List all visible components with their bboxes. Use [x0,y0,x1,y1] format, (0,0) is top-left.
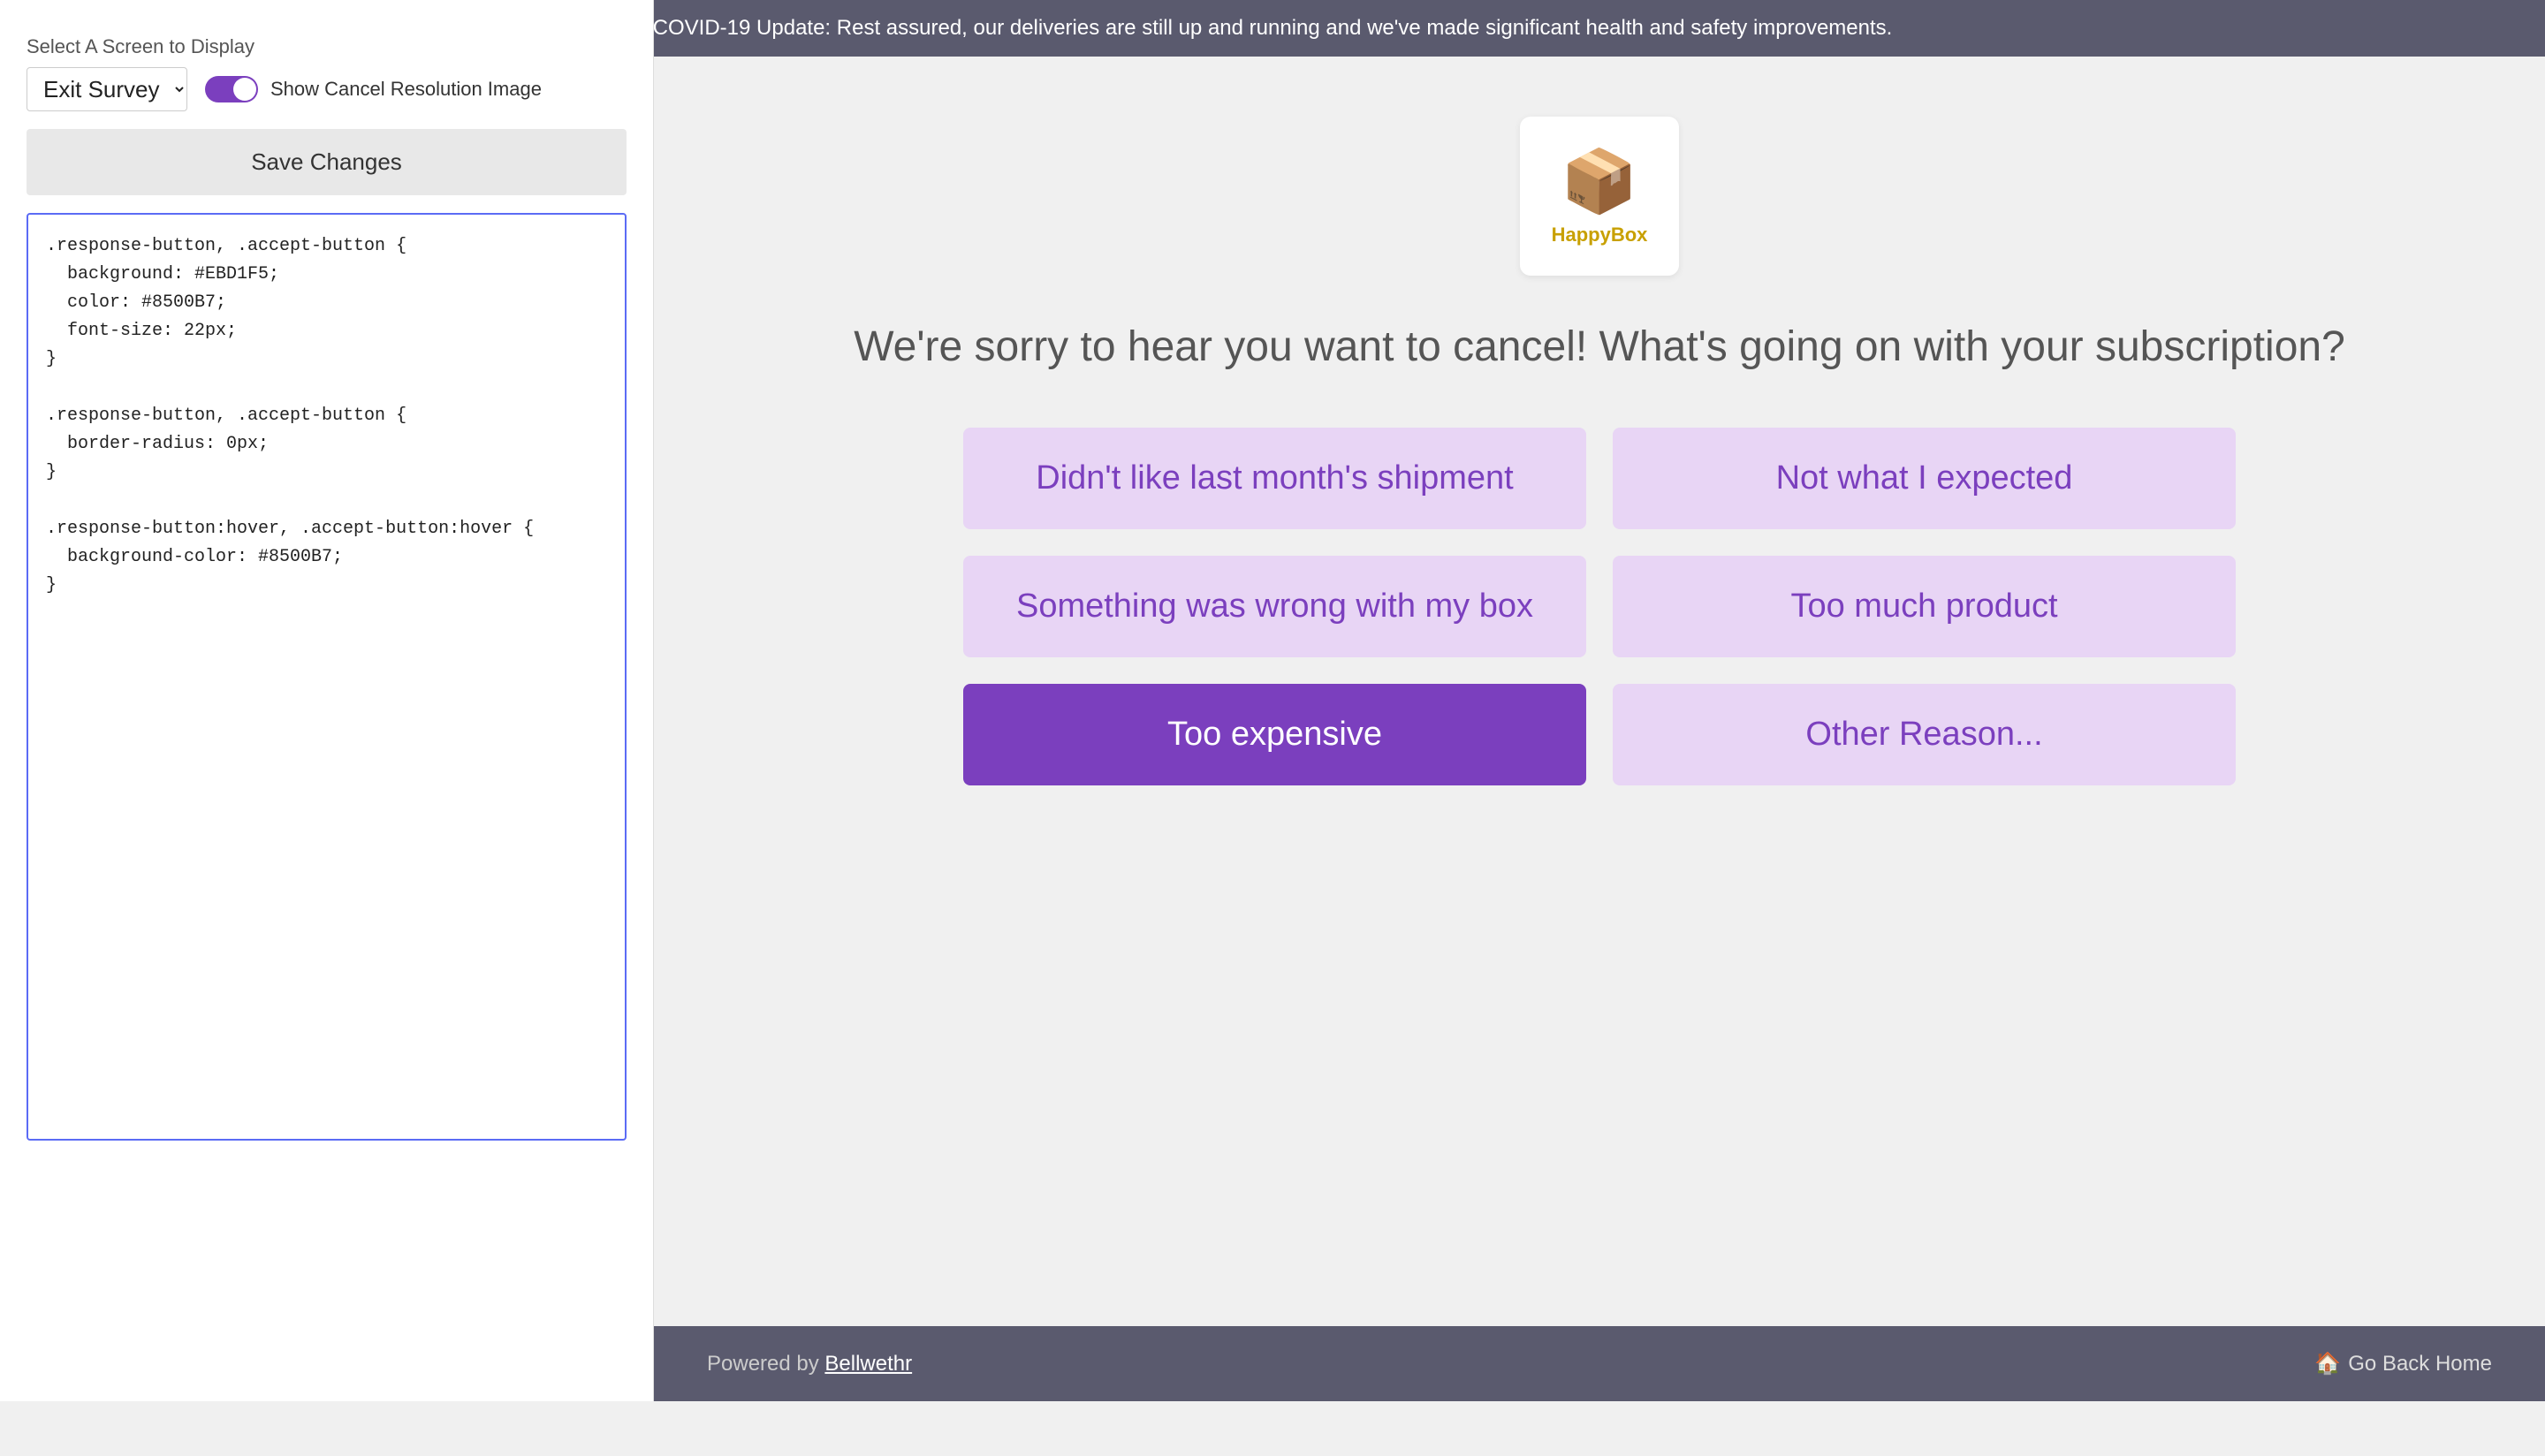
bellwethr-link[interactable]: Bellwethr [824,1352,912,1376]
covid-banner-text: COVID-19 Update: Rest assured, our deliv… [653,16,1893,40]
brand-logo: 📦 HappyBox [1520,117,1679,276]
reasons-grid: Didn't like last month's shipment Not wh… [963,428,2236,785]
survey-area: 📦 HappyBox We're sorry to hear you want … [654,55,2545,1326]
reason-button-3[interactable]: Something was wrong with my box [963,556,1586,657]
powered-by-text: Powered by [707,1352,824,1376]
survey-question: We're sorry to hear you want to cancel! … [854,320,2345,375]
powered-by: Powered by Bellwethr [707,1352,912,1376]
left-panel: Select A Screen to Display Exit Survey S… [0,0,654,1401]
brand-box-icon: 📦 [1561,146,1637,218]
go-back-home[interactable]: 🏠 Go Back Home [2314,1351,2492,1376]
select-screen-label: Select A Screen to Display [27,35,627,58]
main-content: 📦 HappyBox We're sorry to hear you want … [654,55,2545,1401]
brand-name: HappyBox [1552,224,1648,246]
save-changes-button[interactable]: Save Changes [27,129,627,195]
screen-select-row: Exit Survey Show Cancel Resolution Image [27,67,627,111]
css-code-editor[interactable]: .response-button, .accept-button { backg… [27,213,627,1141]
reason-button-4[interactable]: Too much product [1613,556,2236,657]
footer: Powered by Bellwethr 🏠 Go Back Home [654,1326,2545,1401]
reason-button-5[interactable]: Too expensive [963,684,1586,785]
go-home-icon: 🏠 [2314,1351,2341,1376]
reason-button-2[interactable]: Not what I expected [1613,428,2236,529]
reason-button-1[interactable]: Didn't like last month's shipment [963,428,1586,529]
go-home-text: Go Back Home [2348,1352,2492,1376]
toggle-label: Show Cancel Resolution Image [270,78,542,101]
show-cancel-image-toggle[interactable] [205,76,258,102]
reason-button-6[interactable]: Other Reason... [1613,684,2236,785]
toggle-row: Show Cancel Resolution Image [205,76,542,102]
screen-select-dropdown[interactable]: Exit Survey [27,67,187,111]
